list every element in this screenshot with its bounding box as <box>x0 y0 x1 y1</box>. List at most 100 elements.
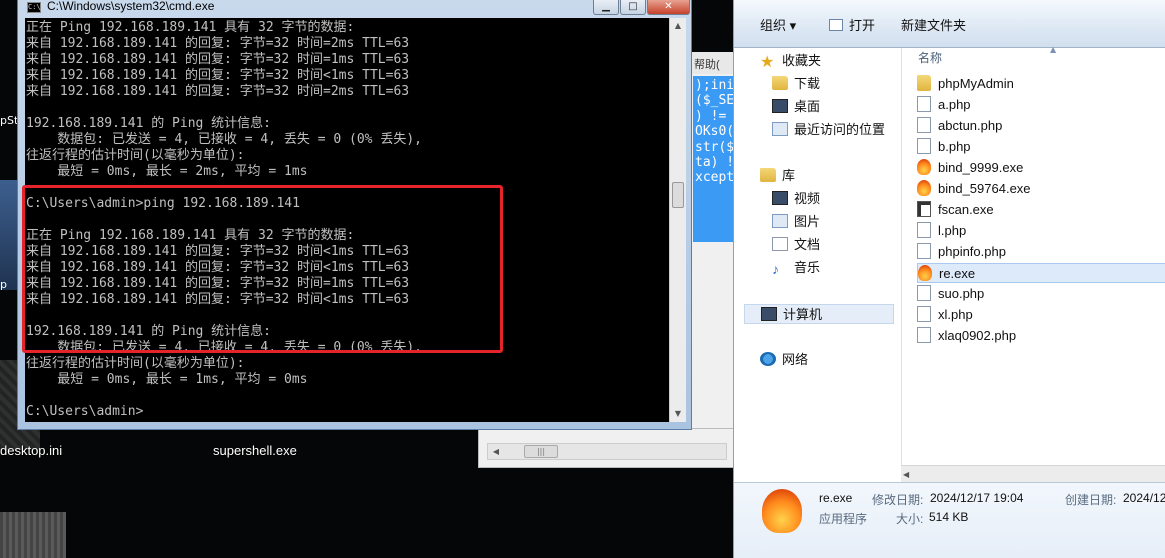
file-name: bind_59764.exe <box>938 181 1031 196</box>
file-name: l.php <box>938 223 967 238</box>
video-icon <box>772 191 788 205</box>
cmd-titlebar[interactable]: C:\ C:\Windows\system32\cmd.exe ▁ □ ✕ <box>18 0 691 16</box>
cmd-title: C:\Windows\system32\cmd.exe <box>47 0 215 13</box>
nav-libraries[interactable]: 库 <box>760 166 795 186</box>
scroll-up-icon[interactable]: ▲ <box>670 18 686 34</box>
nav-pictures-label: 图片 <box>794 214 821 229</box>
file-name: re.exe <box>939 266 976 281</box>
console-line: C:\Users\admin> <box>26 404 144 419</box>
file-row[interactable]: a.php <box>917 95 1165 115</box>
cmd-vertical-scrollbar[interactable]: ▲ ▼ <box>669 18 686 422</box>
file-row[interactable]: suo.php <box>917 284 1165 304</box>
nav-recent[interactable]: 最近访问的位置 <box>772 120 885 140</box>
nav-pictures[interactable]: 图片 <box>772 212 820 232</box>
file-name: b.php <box>938 139 971 154</box>
file-row[interactable]: phpMyAdmin <box>917 74 1165 94</box>
file-name: bind_9999.exe <box>938 160 1024 175</box>
nav-videos[interactable]: 视频 <box>772 189 820 209</box>
cmd-app-icon: C:\ <box>27 2 41 13</box>
file-row[interactable]: abctun.php <box>917 116 1165 136</box>
scanner-exe-icon <box>917 201 931 217</box>
scroll-down-icon[interactable]: ▼ <box>670 406 686 422</box>
detail-filename: re.exe <box>819 491 853 505</box>
desktop-ini-label[interactable]: desktop.ini <box>0 443 62 458</box>
editor-code-line: ) != <box>695 108 727 124</box>
file-name: a.php <box>938 97 971 112</box>
nav-computer[interactable]: 计算机 <box>744 304 894 324</box>
desktop-label-fragment: pSt <box>0 114 19 127</box>
file-name: fscan.exe <box>938 202 994 217</box>
file-row[interactable]: re.exe <box>917 263 1165 283</box>
nav-desktop[interactable]: 桌面 <box>772 97 820 117</box>
exe-flame-icon <box>918 265 932 281</box>
editor-help-menu[interactable]: 帮助( <box>691 52 736 74</box>
nav-network[interactable]: 网络 <box>760 350 808 370</box>
navigation-pane: ★ 收藏夹 下载 桌面 最近访问的位置 库 视频 图片 文档 ♪ 音乐 计算机 网络 <box>734 48 901 482</box>
minimize-button[interactable]: ▁ <box>593 0 619 15</box>
selected-file-flame-icon <box>762 489 802 533</box>
php-file-icon <box>917 138 931 154</box>
console-line: 192.168.189.141 的 Ping 统计信息: <box>26 116 272 131</box>
nav-documents[interactable]: 文档 <box>772 235 820 255</box>
scroll-thumb[interactable]: ||| <box>524 445 558 458</box>
library-icon <box>760 168 776 182</box>
editor-code-line: ($_SE <box>695 93 735 109</box>
cmd-scroll-thumb[interactable] <box>672 182 684 208</box>
nav-music[interactable]: ♪ 音乐 <box>772 258 820 278</box>
file-row[interactable]: fscan.exe <box>917 200 1165 220</box>
nav-documents-label: 文档 <box>794 237 821 252</box>
scroll-left-icon[interactable]: ◀ <box>488 444 504 459</box>
red-highlight-box <box>22 185 503 353</box>
nav-favorites[interactable]: ★ 收藏夹 <box>760 51 821 71</box>
explorer-window: 组织 ▾ 打开 新建文件夹 ★ 收藏夹 下载 桌面 最近访问的位置 库 视频 图片… <box>733 0 1165 558</box>
column-header-name[interactable]: 名称 <box>918 48 942 68</box>
nav-recent-label: 最近访问的位置 <box>794 122 886 137</box>
file-name: abctun.php <box>938 118 1003 133</box>
console-line: 来自 192.168.189.141 的回复: 字节=32 时间=2ms TTL… <box>26 36 410 51</box>
detail-created-value: 2024/12 <box>1123 491 1165 505</box>
documents-icon <box>772 237 788 251</box>
file-row[interactable]: bind_59764.exe <box>917 179 1165 199</box>
detail-created-label: 创建日期: <box>1065 493 1117 507</box>
console-line: 最短 = 0ms, 最长 = 1ms, 平均 = 0ms <box>26 372 308 387</box>
file-name: phpinfo.php <box>938 244 1006 259</box>
computer-icon <box>761 307 777 321</box>
nav-favorites-label: 收藏夹 <box>782 53 822 68</box>
desktop-chip-icon[interactable] <box>0 512 66 558</box>
editor-bottom-panel: ◀ ||| <box>478 428 738 468</box>
file-name: xlaq0902.php <box>938 328 1017 343</box>
maximize-button[interactable]: □ <box>620 0 646 15</box>
detail-type: 应用程序 <box>819 512 868 526</box>
file-row[interactable]: phpinfo.php <box>917 242 1165 262</box>
file-row[interactable]: bind_9999.exe <box>917 158 1165 178</box>
php-file-icon <box>917 222 931 238</box>
file-row[interactable]: l.php <box>917 221 1165 241</box>
php-file-icon <box>917 117 931 133</box>
file-row[interactable]: b.php <box>917 137 1165 157</box>
recent-places-icon <box>772 122 788 136</box>
detail-modified-label: 修改日期: <box>872 493 924 507</box>
editor-horizontal-scrollbar[interactable]: ◀ ||| <box>487 443 727 460</box>
file-list-horizontal-scrollbar[interactable]: ◀ <box>901 465 1165 482</box>
scroll-left-icon[interactable]: ◀ <box>903 466 909 483</box>
editor-selected-code[interactable]: );ini ($_SE) != OKs0(str($ ta) ! xcept <box>693 76 736 242</box>
editor-code-line: str($ <box>695 139 735 155</box>
file-row[interactable]: xlaq0902.php <box>917 326 1165 346</box>
file-row[interactable]: xl.php <box>917 305 1165 325</box>
new-folder-button[interactable]: 新建文件夹 <box>901 15 966 34</box>
desktop-icon <box>772 99 788 113</box>
console-line: 来自 192.168.189.141 的回复: 字节=32 时间=2ms TTL… <box>26 84 410 99</box>
editor-code-line: OKs0( <box>695 124 735 140</box>
close-button[interactable]: ✕ <box>647 0 690 15</box>
supershell-label[interactable]: supershell.exe <box>213 443 297 458</box>
organize-button[interactable]: 组织 ▾ <box>760 15 796 34</box>
editor-code-line: );ini <box>695 78 735 93</box>
console-line: 来自 192.168.189.141 的回复: 字节=32 时间<1ms TTL… <box>26 68 410 83</box>
open-button[interactable]: 打开 <box>829 15 875 34</box>
nav-desktop-label: 桌面 <box>794 99 821 114</box>
editor-code-line: xcept <box>695 170 735 186</box>
nav-downloads[interactable]: 下载 <box>772 74 820 94</box>
console-line: 最短 = 0ms, 最长 = 2ms, 平均 = 1ms <box>26 164 308 179</box>
open-label: 打开 <box>849 18 876 33</box>
